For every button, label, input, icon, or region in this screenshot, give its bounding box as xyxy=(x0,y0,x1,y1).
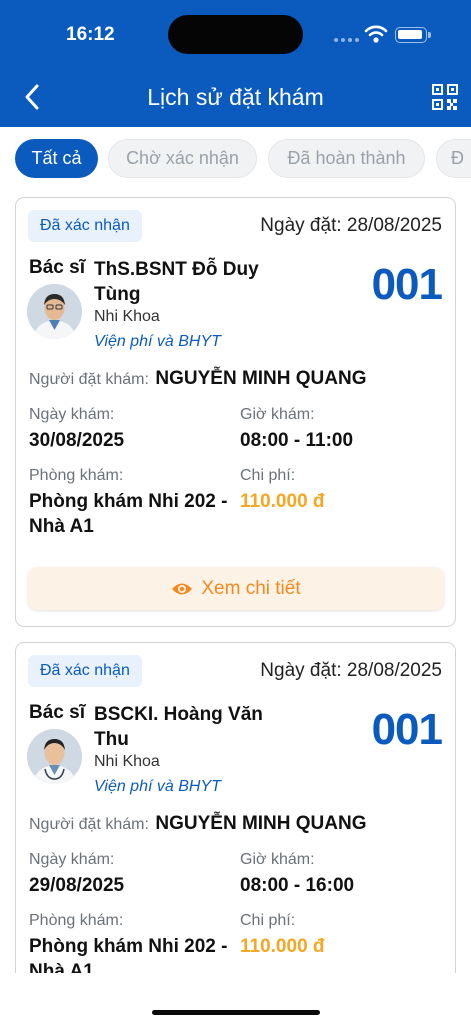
fee-type: Viện phí và BHYT xyxy=(94,778,221,795)
eye-icon xyxy=(172,583,193,594)
room-label: Phòng khám: xyxy=(29,467,124,484)
tab-cancelled[interactable]: Đ xyxy=(436,139,471,178)
cost-label: Chi phí: xyxy=(240,467,296,484)
home-indicator xyxy=(152,1010,320,1015)
cost: 110.000 đ xyxy=(240,936,325,957)
app-header: 16:12 Lịch sử đặt khám xyxy=(0,0,471,127)
specialty: Nhi Khoa xyxy=(94,308,160,325)
status-badge: Đã xác nhận xyxy=(28,655,142,687)
doctor-avatar xyxy=(27,284,82,339)
doctor-name: BSCKI. Hoàng Văn Thu xyxy=(94,704,263,750)
fee-type: Viện phí và BHYT xyxy=(94,333,221,350)
exam-time: 08:00 - 16:00 xyxy=(240,875,355,896)
booker-row: Người đặt khám: NGUYỄN MINH QUANG xyxy=(29,368,367,390)
queue-number: 001 xyxy=(371,705,443,754)
doctor-prefix: Bác sĩ xyxy=(29,257,85,278)
dynamic-island xyxy=(168,15,303,54)
order-date: Ngày đặt: 28/08/2025 xyxy=(260,660,442,681)
status-time: 16:12 xyxy=(66,24,115,45)
exam-time-label: Giờ khám: xyxy=(240,406,315,423)
bottom-safe-area xyxy=(0,973,471,1024)
battery-icon xyxy=(395,27,431,43)
booking-card[interactable]: Đã xác nhận Ngày đặt: 28/08/2025 Bác sĩ … xyxy=(15,197,456,627)
doctor-prefix: Bác sĩ xyxy=(29,702,85,723)
exam-time: 08:00 - 11:00 xyxy=(240,430,354,451)
status-badge: Đã xác nhận xyxy=(28,210,142,242)
wifi-icon xyxy=(364,25,388,43)
view-detail-label: Xem chi tiết xyxy=(201,577,301,599)
view-detail-button[interactable]: Xem chi tiết xyxy=(28,567,444,610)
cost-label: Chi phí: xyxy=(240,912,296,929)
cost: 110.000 đ xyxy=(240,491,325,512)
booker-row: Người đặt khám: NGUYỄN MINH QUANG xyxy=(29,813,367,835)
booker-name: NGUYỄN MINH QUANG xyxy=(155,813,367,834)
order-date: Ngày đặt: 28/08/2025 xyxy=(260,215,442,236)
exam-date: 30/08/2025 xyxy=(29,430,125,451)
specialty: Nhi Khoa xyxy=(94,753,160,770)
exam-date: 29/08/2025 xyxy=(29,875,125,896)
doctor-name: ThS.BSNT Đỗ Duy Tùng xyxy=(94,259,259,305)
exam-date-label: Ngày khám: xyxy=(29,406,115,423)
room: Phòng khám Nhi 202 - Nhà A1 xyxy=(29,491,228,537)
exam-date-label: Ngày khám: xyxy=(29,851,115,868)
booking-card[interactable]: Đã xác nhận Ngày đặt: 28/08/2025 Bác sĩ … xyxy=(15,642,456,1022)
tab-all[interactable]: Tất cả xyxy=(15,139,98,178)
cellular-signal-icon xyxy=(334,38,359,42)
doctor-avatar xyxy=(27,729,82,784)
filter-tabs: Tất cả Chờ xác nhận Đã hoàn thành Đ xyxy=(0,139,471,179)
tab-completed[interactable]: Đã hoàn thành xyxy=(268,139,425,178)
booker-label: Người đặt khám: xyxy=(29,816,149,833)
booker-label: Người đặt khám: xyxy=(29,371,149,388)
exam-time-label: Giờ khám: xyxy=(240,851,315,868)
qr-code-icon[interactable] xyxy=(432,84,458,110)
queue-number: 001 xyxy=(371,260,443,309)
tab-pending[interactable]: Chờ xác nhận xyxy=(108,139,257,178)
room-label: Phòng khám: xyxy=(29,912,124,929)
page-title: Lịch sử đặt khám xyxy=(147,84,324,110)
booker-name: NGUYỄN MINH QUANG xyxy=(155,368,367,389)
